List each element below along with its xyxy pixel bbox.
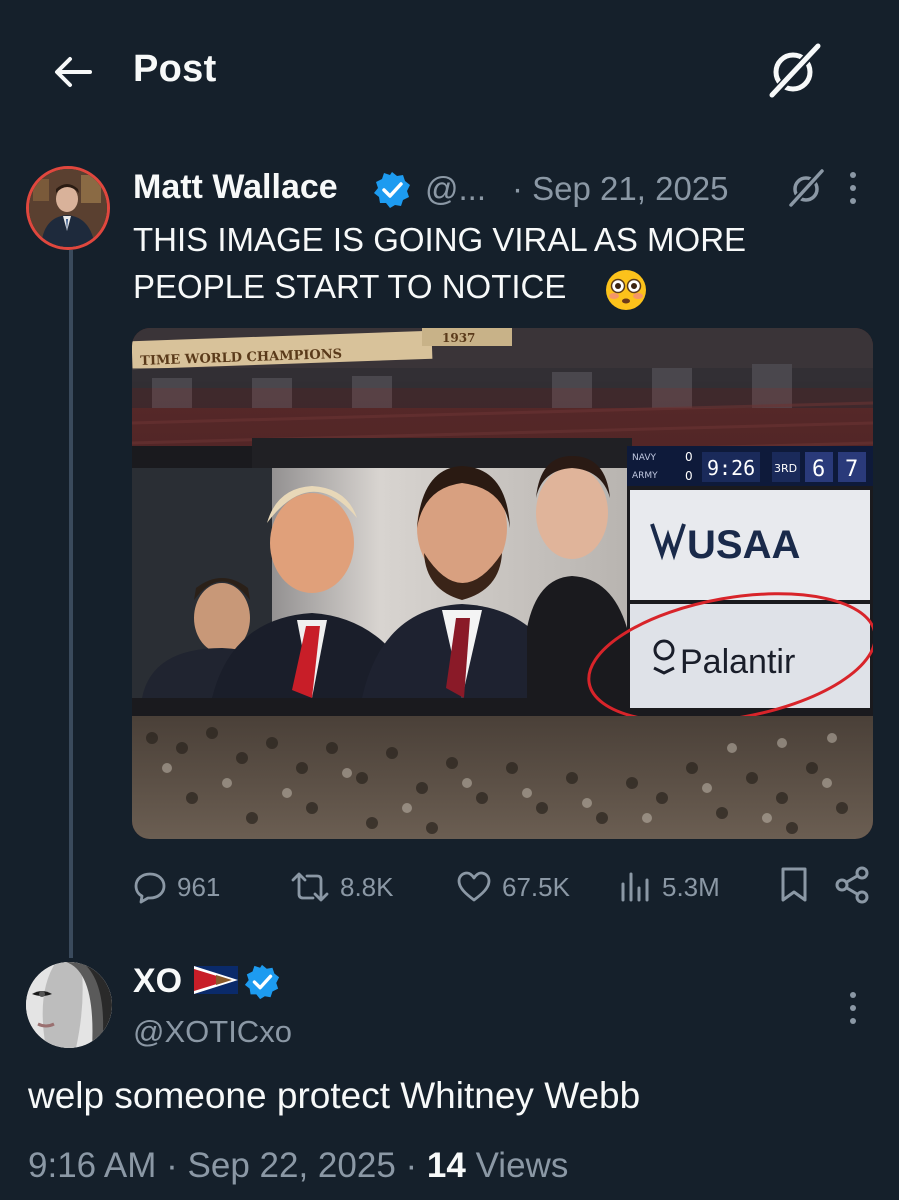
score-label-top: NAVY xyxy=(632,453,656,463)
reply-text: welp someone protect Whitney Webb xyxy=(28,1075,641,1116)
more-options-icon[interactable] xyxy=(846,990,860,1026)
score-label-bottom: ARMY xyxy=(632,471,658,481)
score-left: 6 xyxy=(812,457,825,482)
reply-author-name[interactable]: XO xyxy=(133,962,182,1001)
repost-count: 8.8K xyxy=(340,871,394,902)
author-name[interactable]: Matt Wallace xyxy=(133,168,338,207)
flushed-face-emoji-icon xyxy=(606,270,646,310)
reply-view-count: 14 xyxy=(426,1146,466,1185)
score-row-left: 0 xyxy=(685,450,693,464)
reply-count: 961 xyxy=(177,871,221,902)
repost-button[interactable]: 8.8K xyxy=(290,867,394,907)
reply-metadata: 9:16 AM · Sep 22, 2025 · 14 Views xyxy=(28,1146,569,1185)
like-count: 67.5K xyxy=(502,871,570,902)
score-clock: 9:26 xyxy=(707,456,755,480)
score-right: 7 xyxy=(845,457,858,482)
post-image[interactable]: TIME WORLD CHAMPIONS 1937 NAVY ARMY 0 0 … xyxy=(132,328,873,839)
share-icon[interactable] xyxy=(833,865,871,905)
more-options-icon[interactable] xyxy=(846,170,860,206)
bookmark-icon[interactable] xyxy=(778,865,810,905)
reply-author-handle[interactable]: @XOTICxo xyxy=(133,1014,292,1050)
grok-icon[interactable] xyxy=(786,168,826,208)
verified-badge-icon xyxy=(374,172,410,208)
banner-number: 1937 xyxy=(442,331,475,345)
reply-views-label: Views xyxy=(475,1146,569,1185)
american-samoa-flag-icon xyxy=(194,966,238,994)
score-row-left-2: 0 xyxy=(685,469,693,483)
avatar[interactable] xyxy=(26,166,110,250)
back-arrow-icon[interactable] xyxy=(50,50,94,94)
page-title: Post xyxy=(133,48,217,90)
score-quarter: 3RD xyxy=(774,462,797,475)
avatar[interactable] xyxy=(26,962,112,1048)
view-count: 5.3M xyxy=(662,871,720,902)
verified-badge-icon xyxy=(244,964,280,1000)
repost-icon xyxy=(291,872,329,902)
reply-date[interactable]: Sep 22, 2025 xyxy=(188,1146,396,1185)
post-text-line-2: PEOPLE START TO NOTICE xyxy=(133,268,567,305)
analytics-icon xyxy=(621,872,649,902)
reply-time[interactable]: 9:16 AM xyxy=(28,1146,156,1185)
like-button[interactable]: 67.5K xyxy=(456,867,570,907)
post-text-line-1: THIS IMAGE IS GOING VIRAL AS MORE xyxy=(133,221,747,258)
sponsor-palantir: Palantir xyxy=(680,643,795,681)
views-button[interactable]: 5.3M xyxy=(618,867,720,907)
heart-icon xyxy=(457,871,491,902)
reply-icon xyxy=(134,872,166,904)
post-date[interactable]: · Sep 21, 2025 xyxy=(512,170,729,208)
grok-icon[interactable] xyxy=(764,42,824,100)
author-handle[interactable]: @... xyxy=(425,170,486,208)
sponsor-usaa: USAA xyxy=(687,523,800,567)
reply-button[interactable]: 961 xyxy=(133,867,220,907)
thread-line xyxy=(69,250,73,958)
